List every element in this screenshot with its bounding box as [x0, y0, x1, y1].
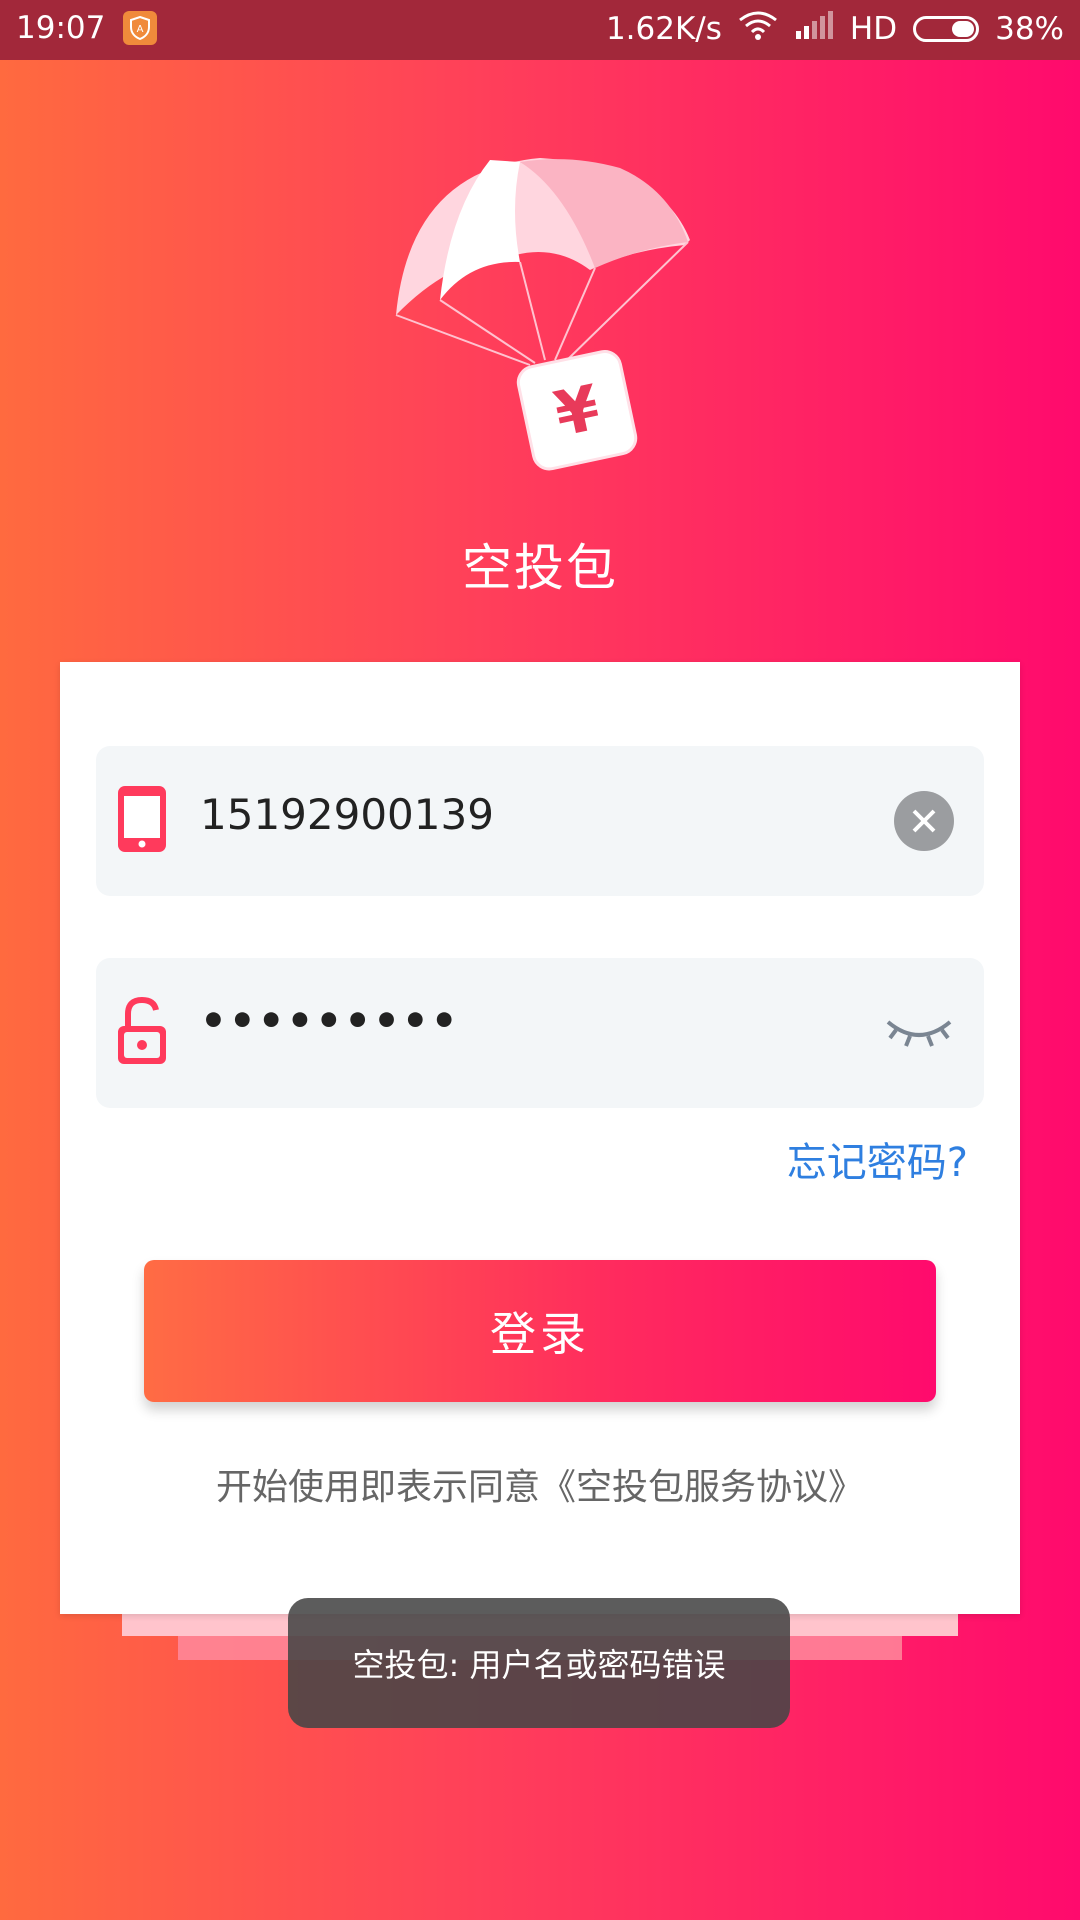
app-title: 空投包	[462, 539, 618, 597]
clear-input-button[interactable]	[894, 791, 954, 851]
status-right: 1.62K/s HD 38%	[606, 10, 1064, 48]
battery-level: 38%	[995, 11, 1064, 47]
eye-closed-icon[interactable]	[884, 1008, 954, 1058]
agreement-text[interactable]: 开始使用即表示同意《空投包服务协议》	[0, 1458, 1080, 1510]
close-icon	[912, 809, 936, 833]
lock-icon	[118, 996, 166, 1064]
password-input[interactable]: •••••••••	[200, 996, 460, 1045]
login-button[interactable]: 登录	[144, 1260, 936, 1402]
password-field[interactable]: •••••••••	[96, 958, 984, 1108]
phone-input[interactable]: 15192900139	[200, 790, 494, 839]
parachute-yen-icon: ¥	[395, 158, 690, 471]
forgot-password-link[interactable]: 忘记密码?	[787, 1130, 968, 1188]
svg-text:A: A	[137, 24, 144, 35]
signal-icon	[794, 11, 834, 47]
wifi-icon	[738, 10, 778, 48]
status-bar: 19:07 A 1.62K/s HD 38%	[0, 0, 1080, 60]
status-time: 19:07	[16, 10, 106, 46]
network-type: HD	[849, 11, 898, 47]
network-speed: 1.62K/s	[605, 11, 722, 47]
security-shield-icon: A	[123, 11, 158, 45]
phone-field[interactable]: 15192900139	[96, 746, 984, 896]
battery-icon	[913, 16, 980, 42]
toast-message: 空投包: 用户名或密码错误	[288, 1598, 790, 1728]
phone-icon	[118, 786, 166, 852]
status-left: 19:07 A	[16, 10, 158, 46]
